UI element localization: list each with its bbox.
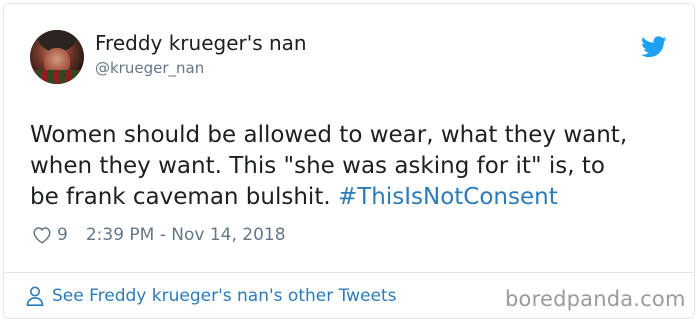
person-icon [26, 286, 44, 306]
see-other-tweets-link[interactable]: See Freddy krueger's nan's other Tweets [26, 286, 397, 306]
avatar-sweater [30, 70, 84, 84]
divider [3, 272, 695, 273]
watermark: boredpanda.com [505, 287, 686, 311]
tweet-text-line: when they want. This "she was asking for… [30, 153, 605, 179]
tweet-text-line: be frank caveman bulshit. #ThisIsNotCons… [30, 182, 680, 213]
avatar[interactable] [30, 30, 84, 84]
hashtag-link[interactable]: #ThisIsNotConsent [338, 184, 558, 210]
tweet-meta: 9 2:39 PM - Nov 14, 2018 [32, 225, 286, 245]
author-name[interactable]: Freddy krueger's nan [95, 31, 307, 55]
like-count[interactable]: 9 [57, 225, 68, 245]
author-handle[interactable]: @krueger_nan [95, 59, 204, 77]
heart-icon[interactable] [32, 226, 52, 244]
tweet-text: Women should be allowed to wear, what th… [30, 120, 680, 213]
see-other-tweets-label: See Freddy krueger's nan's other Tweets [52, 286, 397, 306]
twitter-bird-icon[interactable] [641, 36, 667, 58]
tweet-text-line-start: be frank caveman bulshit. [30, 184, 338, 210]
tweet-text-line: Women should be allowed to wear, what th… [30, 122, 628, 148]
tweet-timestamp[interactable]: 2:39 PM - Nov 14, 2018 [86, 225, 286, 245]
